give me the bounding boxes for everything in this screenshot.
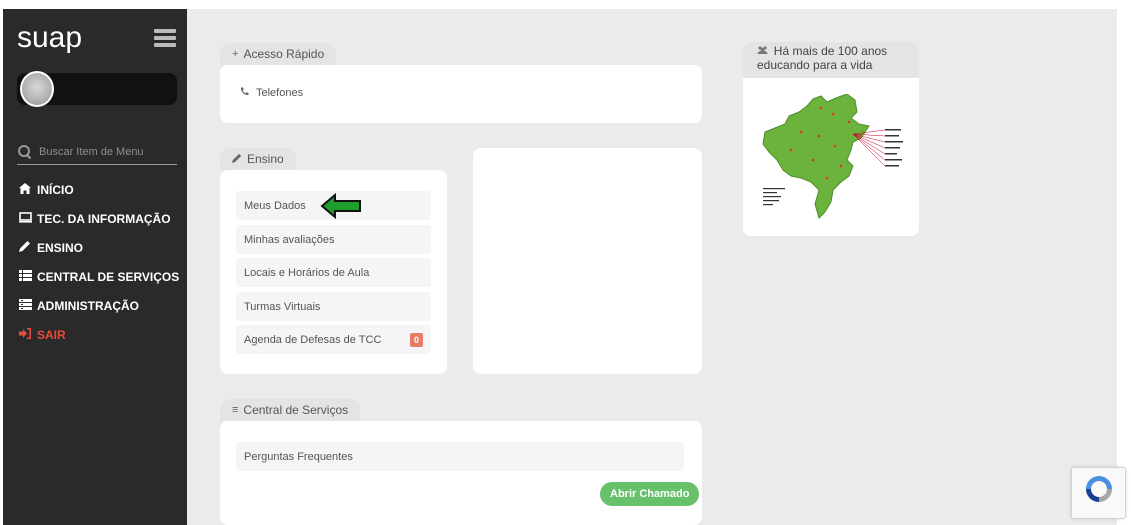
info-card-title-line1: Há mais de 100 anos [773, 44, 888, 58]
menu-search [17, 139, 177, 165]
central-servicos-tab: ≡ Central de Serviços [220, 399, 361, 421]
sidebar-item-central-servicos[interactable]: CENTRAL DE SERVIÇOS [17, 262, 187, 291]
list-item-locais-horarios[interactable]: Locais e Horários de Aula [236, 258, 431, 287]
list-icon: ≡ [232, 404, 239, 416]
list-item-perguntas-frequentes[interactable]: Perguntas Frequentes [236, 442, 684, 471]
sidebar: suap INÍCIO TEC. DA INFORMAÇÃO [3, 9, 187, 525]
list-item-agenda-defesas-tcc[interactable]: Agenda de Defesas de TCC 0 [236, 325, 431, 354]
acesso-rapido-card: Telefones [220, 65, 702, 123]
list-item-label: Meus Dados [244, 199, 306, 212]
count-badge: 0 [410, 333, 423, 347]
empty-card [473, 148, 702, 374]
phone-icon [240, 87, 249, 99]
sidebar-item-tec-informacao[interactable]: TEC. DA INFORMAÇÃO [17, 204, 187, 233]
ensino-tab: Ensino [220, 148, 296, 170]
sidebar-item-label: ENSINO [37, 240, 84, 255]
list-icon [17, 269, 33, 284]
monitor-icon [17, 211, 33, 226]
recaptcha-badge[interactable] [1071, 467, 1126, 519]
main-content: + Acesso Rápido Telefones Ensino Meus Da… [187, 9, 1117, 525]
list-item-label: Perguntas Frequentes [244, 450, 353, 463]
sidebar-item-label: SAIR [37, 327, 66, 342]
pencil-icon [232, 153, 242, 166]
sidebar-item-sair[interactable]: SAIR [17, 320, 187, 349]
page: suap INÍCIO TEC. DA INFORMAÇÃO [0, 0, 1131, 525]
recaptcha-icon [1086, 476, 1112, 502]
central-servicos-title: Central de Serviços [243, 403, 349, 417]
group-icon [757, 46, 771, 58]
acesso-rapido-title: Acesso Rápido [243, 47, 325, 61]
ensino-title: Ensino [247, 152, 284, 166]
info-card-header: Há mais de 100 anos educando para a vida [743, 42, 919, 78]
sidebar-item-ensino[interactable]: ENSINO [17, 233, 187, 262]
list-item-label: Agenda de Defesas de TCC [244, 333, 382, 346]
central-servicos-card: Perguntas Frequentes Abrir Chamado [220, 421, 702, 525]
acesso-rapido-tab: + Acesso Rápido [220, 43, 337, 65]
telefones-label: Telefones [256, 87, 304, 99]
list-item-label: Turmas Virtuais [244, 300, 321, 313]
info-card: Há mais de 100 anos educando para a vida [743, 42, 919, 236]
list-item-minhas-avaliacoes[interactable]: Minhas avaliações [236, 225, 431, 254]
left-arrow-icon [320, 193, 361, 219]
exit-icon [17, 327, 33, 342]
abrir-chamado-button[interactable]: Abrir Chamado [600, 482, 700, 506]
hamburger-menu-icon[interactable] [154, 29, 176, 47]
pencil-icon [17, 240, 33, 255]
suap-logo[interactable]: suap [17, 21, 82, 55]
home-icon [17, 182, 33, 197]
building-icon [17, 298, 33, 313]
sidebar-item-administracao[interactable]: ADMINISTRAÇÃO [17, 291, 187, 320]
user-profile[interactable] [17, 71, 177, 107]
sidebar-item-label: CENTRAL DE SERVIÇOS [37, 269, 180, 284]
list-item-label: Minhas avaliações [244, 233, 335, 246]
sidebar-menu: INÍCIO TEC. DA INFORMAÇÃO ENSINO CENTRAL… [17, 175, 187, 349]
plus-icon: + [232, 48, 239, 60]
sidebar-item-inicio[interactable]: INÍCIO [17, 175, 187, 204]
sidebar-item-label: TEC. DA INFORMAÇÃO [37, 211, 171, 226]
search-icon [17, 144, 33, 160]
menu-search-input[interactable] [39, 145, 169, 158]
sidebar-item-label: ADMINISTRAÇÃO [37, 298, 139, 313]
telefones-link[interactable]: Telefones [240, 87, 303, 99]
sidebar-item-label: INÍCIO [37, 182, 74, 197]
avatar[interactable] [20, 71, 54, 107]
info-card-title-line2: educando para a vida [757, 58, 873, 72]
list-item-turmas-virtuais[interactable]: Turmas Virtuais [236, 292, 431, 321]
list-item-label: Locais e Horários de Aula [244, 266, 370, 279]
campus-map-image [762, 94, 903, 219]
